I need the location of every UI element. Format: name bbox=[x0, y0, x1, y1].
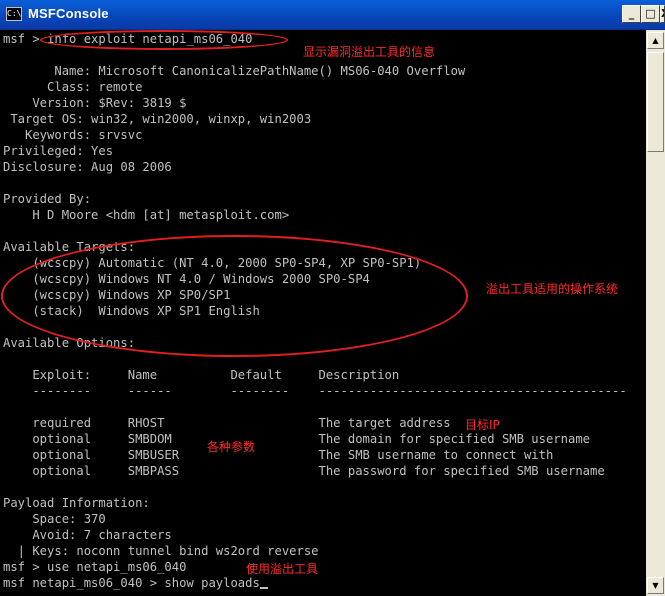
console-line: optional SMBPASS The password for specif… bbox=[3, 464, 605, 478]
console-line: | Keys: noconn tunnel bind ws2ord revers… bbox=[3, 544, 319, 558]
window-titlebar[interactable]: C:\ MSFConsole _ □ X bbox=[0, 0, 665, 30]
console-line: required RHOST The target address bbox=[3, 416, 451, 430]
console-line: -------- ------ -------- ---------------… bbox=[3, 384, 627, 398]
annotation-use-tool: 使用溢出工具 bbox=[246, 562, 319, 576]
console-line: optional SMBUSER The SMB username to con… bbox=[3, 448, 554, 462]
console-line: Provided By: bbox=[3, 192, 92, 206]
annotation-params: 各种参数 bbox=[207, 440, 256, 454]
vertical-scrollbar[interactable]: ▲ ▼ bbox=[646, 30, 665, 596]
console-line: Target OS: win32, win2000, winxp, win200… bbox=[3, 112, 312, 126]
console-icon[interactable]: C:\ bbox=[6, 7, 22, 21]
scrollbar-thumb[interactable] bbox=[647, 52, 664, 152]
console-line-text: msf netapi_ms06_040 > show payloads bbox=[3, 576, 260, 590]
minimize-button[interactable]: _ bbox=[622, 5, 641, 23]
console-line: Avoid: 7 characters bbox=[3, 528, 172, 542]
console-line: Keywords: srvsvc bbox=[3, 128, 143, 142]
console-line: Version: $Rev: 3819 $ bbox=[3, 96, 187, 110]
scroll-up-arrow-icon[interactable]: ▲ bbox=[647, 32, 664, 49]
annotation-ellipse-info bbox=[40, 30, 288, 50]
scroll-down-arrow-icon[interactable]: ▼ bbox=[647, 577, 664, 594]
console-line: optional SMBDOM The domain for specified… bbox=[3, 432, 590, 446]
text-cursor bbox=[259, 587, 268, 589]
annotation-targets: 溢出工具适用的操作系统 bbox=[486, 282, 619, 296]
window-title: MSFConsole bbox=[28, 6, 109, 21]
console-line: msf > use netapi_ms06_040 bbox=[3, 560, 187, 574]
maximize-button[interactable]: □ bbox=[641, 5, 660, 23]
console-line: Payload Information: bbox=[3, 496, 150, 510]
console-line: Name: Microsoft CanonicalizePathName() M… bbox=[3, 64, 466, 78]
annotation-target-ip: 目标IP bbox=[465, 418, 500, 432]
console-output[interactable]: msf > info exploit netapi_ms06_040 Name:… bbox=[0, 30, 646, 596]
console-line: Space: 370 bbox=[3, 512, 106, 526]
console-line: H D Moore <hdm [at] metasploit.com> bbox=[3, 208, 290, 222]
console-prompt-line[interactable]: msf netapi_ms06_040 > show payloads bbox=[3, 575, 268, 591]
close-button[interactable]: X bbox=[660, 5, 665, 23]
console-line: Privileged: Yes bbox=[3, 144, 114, 158]
console-line: Disclosure: Aug 08 2006 bbox=[3, 160, 172, 174]
annotation-ellipse-targets bbox=[1, 235, 468, 357]
annotation-info: 显示漏洞溢出工具的信息 bbox=[303, 45, 436, 59]
console-line: Class: remote bbox=[3, 80, 143, 94]
console-line: Exploit: Name Default Description bbox=[3, 368, 400, 382]
